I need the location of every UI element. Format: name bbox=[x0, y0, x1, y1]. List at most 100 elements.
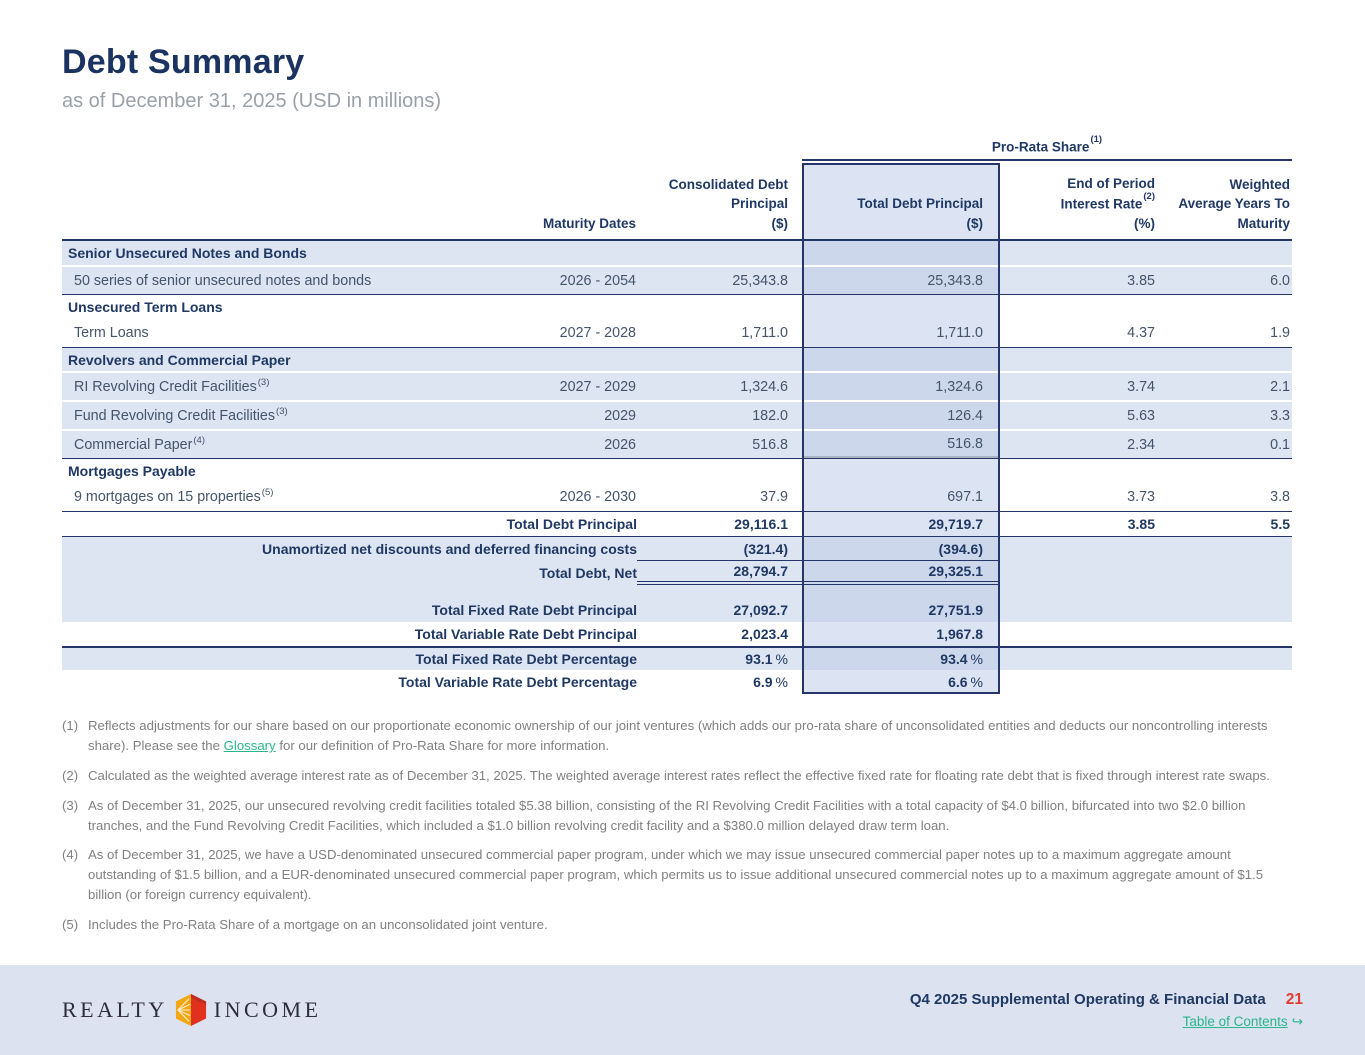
debt-summary-table: Pro-Rata Share(1) Maturity Dates Consoli… bbox=[62, 135, 1292, 694]
col-header-prorata-principal: Total Debt Principal ($) bbox=[803, 163, 1000, 239]
table-row: Total Debt Principal29,116.129,719.73.85… bbox=[62, 511, 1292, 537]
cell-prorata-principal: 1,324.6 bbox=[803, 373, 1000, 400]
table-row: 9 mortgages on 15 properties (5)2026 - 2… bbox=[62, 482, 1292, 511]
col-header-years-to-maturity: Weighted Average Years To Maturity bbox=[1162, 163, 1292, 239]
footnote-ref-2: (2) bbox=[1143, 191, 1155, 202]
cell-consolidated-value: 6.9 % bbox=[637, 670, 803, 694]
row-label: RI Revolving Credit Facilities (3) bbox=[62, 373, 402, 400]
page-number: 21 bbox=[1286, 991, 1303, 1008]
cell-prorata-value: 6.6 % bbox=[803, 670, 1000, 694]
cell-maturity: 2027 - 2029 bbox=[402, 373, 637, 400]
prorata-box-border-top bbox=[802, 163, 1000, 165]
prorata-box-border-right bbox=[998, 163, 1000, 694]
table-of-contents-link[interactable]: Table of Contents bbox=[1183, 1014, 1288, 1029]
table-row: Commercial Paper (4)2026516.8516.82.340.… bbox=[62, 429, 1292, 458]
cell-prorata-principal: 25,343.8 bbox=[803, 267, 1000, 294]
row-filler bbox=[1000, 459, 1292, 482]
row-filler bbox=[1000, 561, 1292, 585]
row-label: Fund Revolving Credit Facilities (3) bbox=[62, 402, 402, 429]
doc-title: Q4 2025 Supplemental Operating & Financi… bbox=[910, 991, 1266, 1008]
table-body: Senior Unsecured Notes and Bonds50 serie… bbox=[62, 241, 1292, 694]
footnote-number: (1) bbox=[62, 716, 88, 756]
footnote-ref: (3) bbox=[276, 406, 288, 417]
col-header-empty bbox=[62, 163, 402, 239]
footnote-5: (5)Includes the Pro-Rata Share of a mort… bbox=[62, 915, 1292, 935]
total-label: Total Debt, Net bbox=[62, 561, 637, 585]
logo-word-income: INCOME bbox=[214, 997, 322, 1023]
footnote-ref: (3) bbox=[258, 377, 270, 388]
cell-consolidated-value: (321.4) bbox=[637, 537, 803, 561]
cell-interest-rate: 4.37 bbox=[1000, 318, 1162, 347]
total-label: Total Variable Rate Debt Percentage bbox=[62, 670, 637, 694]
cell-consolidated-principal: 516.8 bbox=[637, 431, 803, 458]
cell-maturity: 2029 bbox=[402, 402, 637, 429]
table-row: Total Variable Rate Debt Percentage6.9 %… bbox=[62, 670, 1292, 694]
table-row: Unamortized net discounts and deferred f… bbox=[62, 537, 1292, 561]
cell-years-to-maturity: 1.9 bbox=[1162, 318, 1292, 347]
glossary-link[interactable]: Glossary bbox=[224, 738, 276, 753]
table-row: Term Loans2027 - 20281,711.01,711.04.371… bbox=[62, 318, 1292, 347]
row-filler bbox=[1000, 295, 1292, 318]
row-filler bbox=[1000, 348, 1292, 371]
cell-interest-rate: 3.85 bbox=[1000, 512, 1162, 536]
row-filler bbox=[1000, 670, 1292, 694]
prorata-share-label: Pro-Rata Share bbox=[992, 140, 1090, 155]
cell-prorata-value: 27,751.9 bbox=[803, 598, 1000, 622]
footnote-number: (3) bbox=[62, 796, 88, 836]
table-row: Total Fixed Rate Debt Principal27,092.72… bbox=[62, 598, 1292, 622]
footnote-number: (4) bbox=[62, 845, 88, 904]
cell-maturity: 2026 - 2030 bbox=[402, 482, 637, 511]
cell-prorata-value: (394.6) bbox=[803, 537, 1000, 561]
footnote-ref: (4) bbox=[193, 435, 205, 446]
cell-maturity: 2027 - 2028 bbox=[402, 318, 637, 347]
prorata-box-border-bottom bbox=[802, 692, 1000, 694]
cell-prorata-value: 93.4 % bbox=[803, 648, 1000, 670]
footnote-4: (4)As of December 31, 2025, we have a US… bbox=[62, 845, 1292, 904]
col-header-interest-rate: End of Period Interest Rate(2) (%) bbox=[1000, 163, 1162, 239]
footnote-text: Reflects adjustments for our share based… bbox=[88, 716, 1292, 756]
row-label: Term Loans bbox=[62, 318, 402, 347]
footnote-text: Calculated as the weighted average inter… bbox=[88, 766, 1292, 786]
cell-maturity: 2026 - 2054 bbox=[402, 267, 637, 294]
footnote-text: As of December 31, 2025, our unsecured r… bbox=[88, 796, 1292, 836]
section-label: Revolvers and Commercial Paper bbox=[62, 348, 803, 371]
cell-consolidated-value: 28,794.7 bbox=[637, 561, 803, 585]
footnote-text: Includes the Pro-Rata Share of a mortgag… bbox=[88, 915, 1292, 935]
cell-interest-rate: 5.63 bbox=[1000, 402, 1162, 429]
footer-toc-row: Table of Contents↪ bbox=[910, 1014, 1303, 1030]
section-label: Senior Unsecured Notes and Bonds bbox=[62, 241, 803, 265]
footnote-number: (2) bbox=[62, 766, 88, 786]
spacer-row bbox=[62, 585, 1292, 598]
cell-interest-rate: 3.73 bbox=[1000, 482, 1162, 511]
cell-prorata-principal: 1,711.0 bbox=[803, 318, 1000, 347]
content-area: Debt Summary as of December 31, 2025 (US… bbox=[0, 0, 1365, 935]
footer-doc-title-row: Q4 2025 Supplemental Operating & Financi… bbox=[910, 991, 1303, 1009]
footnote-ref: (5) bbox=[262, 487, 274, 498]
footnote-text: As of December 31, 2025, we have a USD-d… bbox=[88, 845, 1292, 904]
footnote-ref-1: (1) bbox=[1090, 134, 1102, 145]
section-label: Unsecured Term Loans bbox=[62, 295, 803, 318]
cell-years-to-maturity: 2.1 bbox=[1162, 373, 1292, 400]
prorata-cell bbox=[803, 295, 1000, 318]
footnote-1: (1)Reflects adjustments for our share ba… bbox=[62, 716, 1292, 756]
cell-consolidated-value: 27,092.7 bbox=[637, 598, 803, 622]
row-filler bbox=[1000, 598, 1292, 622]
prorata-share-header: Pro-Rata Share(1) bbox=[802, 138, 1292, 155]
prorata-underline bbox=[802, 159, 1292, 161]
table-row: Total Variable Rate Debt Principal2,023.… bbox=[62, 622, 1292, 646]
prorata-cell bbox=[803, 459, 1000, 482]
logo-word-realty: REALTY bbox=[62, 997, 168, 1023]
cell-prorata-value: 29,325.1 bbox=[803, 561, 1000, 585]
prorata-cell bbox=[803, 348, 1000, 371]
total-label: Total Fixed Rate Debt Principal bbox=[62, 598, 637, 622]
section-row: Unsecured Term Loans bbox=[62, 294, 1292, 318]
section-row: Revolvers and Commercial Paper bbox=[62, 347, 1292, 371]
total-label: Unamortized net discounts and deferred f… bbox=[62, 537, 637, 561]
cell-consolidated-principal: 1,324.6 bbox=[637, 373, 803, 400]
cell-interest-rate: 3.85 bbox=[1000, 267, 1162, 294]
row-label: 50 series of senior unsecured notes and … bbox=[62, 267, 402, 294]
row-label: Commercial Paper (4) bbox=[62, 431, 402, 458]
table-header-row: Maturity Dates Consolidated Debt Princip… bbox=[62, 163, 1292, 241]
cell-years-to-maturity: 3.3 bbox=[1162, 402, 1292, 429]
row-filler bbox=[1000, 241, 1292, 265]
